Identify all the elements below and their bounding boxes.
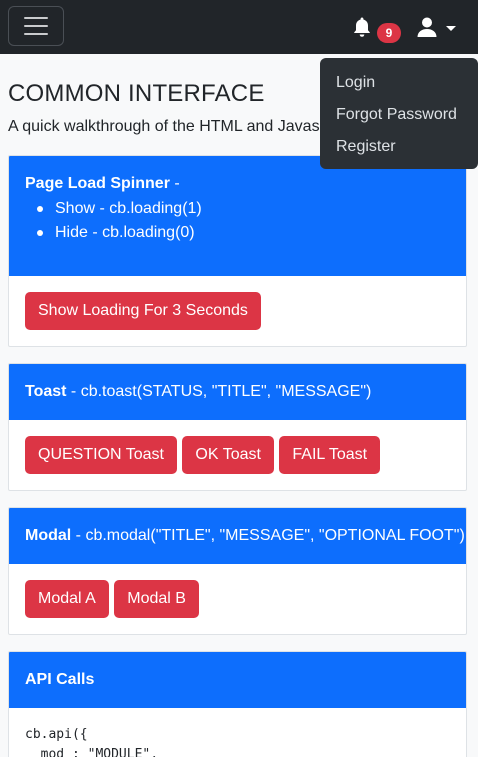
modal-card: Modal - cb.modal("TITLE", "MESSAGE", "OP… (8, 507, 467, 635)
api-card-body: cb.api({ mod : "MODULE", (9, 708, 466, 757)
spinner-card: Page Load Spinner - Show - cb.loading(1)… (8, 155, 467, 347)
spinner-card-header: Page Load Spinner - Show - cb.loading(1)… (9, 156, 466, 276)
modal-card-title-suffix: - cb.modal("TITLE", "MESSAGE", "OPTIONAL… (71, 527, 465, 544)
user-dropdown-menu: Login Forgot Password Register (320, 58, 478, 169)
bell-icon[interactable] (350, 15, 374, 39)
notification-count-badge: 9 (377, 23, 401, 43)
menu-item-forgot-password[interactable]: Forgot Password (320, 99, 478, 131)
api-card-title: API Calls (25, 671, 95, 688)
navbar: 9 (0, 0, 478, 54)
api-code-line: mod : "MODULE", (25, 747, 159, 757)
modal-card-header: Modal - cb.modal("TITLE", "MESSAGE", "OP… (9, 508, 466, 564)
toast-card-title-suffix: - cb.toast(STATUS, "TITLE", "MESSAGE") (66, 383, 372, 400)
hamburger-icon-bar (24, 33, 48, 35)
spinner-usage-list: Show - cb.loading(1) Hide - cb.loading(0… (25, 197, 450, 245)
hamburger-icon-bar (24, 25, 48, 27)
toast-card-header: Toast - cb.toast(STATUS, "TITLE", "MESSA… (9, 364, 466, 420)
user-icon (417, 17, 437, 37)
spinner-card-title-suffix: - (169, 175, 180, 192)
user-menu-toggle[interactable] (416, 12, 464, 42)
chevron-down-icon (446, 25, 456, 31)
modal-card-title: Modal (25, 527, 72, 544)
list-item: Hide - cb.loading(0) (37, 221, 450, 245)
modal-card-body: Modal A Modal B (9, 564, 466, 634)
show-loading-button[interactable]: Show Loading For 3 Seconds (25, 292, 261, 330)
modal-b-button[interactable]: Modal B (114, 580, 199, 618)
spinner-card-body: Show Loading For 3 Seconds (9, 276, 466, 346)
toast-card: Toast - cb.toast(STATUS, "TITLE", "MESSA… (8, 363, 467, 491)
navbar-toggle-button[interactable] (8, 6, 64, 46)
spinner-card-title: Page Load Spinner (25, 175, 170, 192)
fail-toast-button[interactable]: FAIL Toast (279, 436, 381, 474)
list-item: Show - cb.loading(1) (37, 197, 450, 221)
api-card: API Calls cb.api({ mod : "MODULE", (8, 651, 467, 757)
api-code-line: cb.api({ (25, 727, 88, 742)
api-card-header: API Calls (9, 652, 466, 708)
menu-item-login[interactable]: Login (320, 67, 478, 99)
question-toast-button[interactable]: QUESTION Toast (25, 436, 177, 474)
page-description: A quick walkthrough of the HTML and Java… (8, 118, 350, 135)
menu-item-register[interactable]: Register (320, 131, 478, 163)
modal-a-button[interactable]: Modal A (25, 580, 109, 618)
toast-card-title: Toast (25, 383, 67, 400)
toast-card-body: QUESTION Toast OK Toast FAIL Toast (9, 420, 466, 490)
ok-toast-button[interactable]: OK Toast (182, 436, 274, 474)
hamburger-icon (24, 17, 48, 19)
page-title: COMMON INTERFACE (8, 80, 265, 107)
